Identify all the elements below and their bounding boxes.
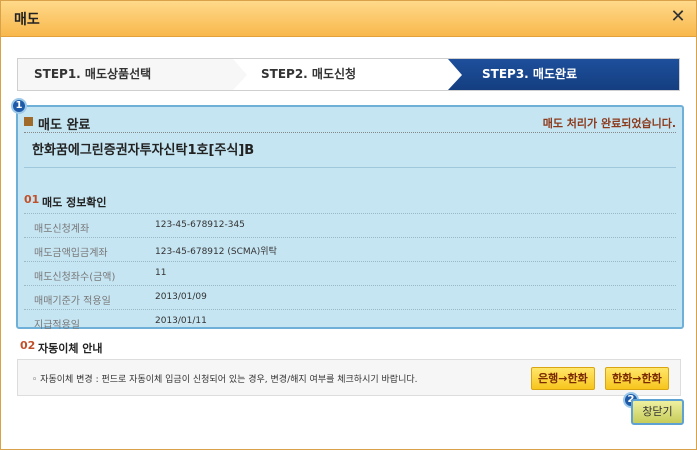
auto-transfer-box: ◦ 자동이체 변경 : 펀드로 자동이체 입금이 신청되어 있는 경우, 변경/… (17, 359, 681, 396)
fund-name: 한화꿈에그린증권자투자신탁1호[주식]B (32, 143, 255, 158)
completion-panel: 매도 완료 매도 처리가 완료되었습니다. 한화꿈에그린증권자투자신탁1호[주식… (16, 105, 684, 331)
completion-title: 매도 완료 (38, 118, 91, 133)
title-bar: 매도 ✕ (1, 1, 696, 37)
row-value: 123-45-678912-345 (155, 220, 245, 230)
section-number: 02 (20, 339, 36, 352)
divider (24, 167, 676, 168)
row-value: 11 (155, 268, 167, 278)
auto-transfer-text: ◦ 자동이체 변경 : 펀드로 자동이체 입금이 신청되어 있는 경우, 변경/… (32, 375, 418, 385)
table-row: 지급적용일 2013/01/11 (24, 309, 676, 333)
completion-message: 매도 처리가 완료되었습니다. (542, 117, 676, 130)
close-icon[interactable]: ✕ (668, 7, 688, 27)
bullet-square-icon (24, 117, 33, 126)
row-label: 매도신청계좌 (34, 224, 90, 235)
step-2: STEP2. 매도신청 (233, 59, 448, 90)
step-3-active: STEP3. 매도완료 (448, 59, 679, 90)
bank-to-hanwha-button[interactable]: 은행→한화 (531, 367, 595, 390)
section-title: 자동이체 안내 (38, 342, 103, 355)
row-value: 2013/01/11 (155, 316, 207, 326)
step-arrow (448, 59, 462, 90)
section-title: 매도 정보확인 (42, 196, 107, 209)
row-label: 지급적용일 (34, 320, 80, 331)
step-indicator: STEP1. 매도상품선택 STEP2. 매도신청 STEP3. 매도완료 (17, 58, 680, 91)
completion-header: 매도 완료 매도 처리가 완료되었습니다. (24, 113, 676, 133)
section-number: 01 (24, 193, 40, 206)
window-title: 매도 (14, 12, 40, 28)
close-window-button[interactable]: 창닫기 (631, 399, 684, 425)
table-row: 매매기준가 적용일 2013/01/09 (24, 285, 676, 309)
hanwha-to-hanwha-button[interactable]: 한화→한화 (605, 367, 669, 390)
row-label: 매도신청좌수(금액) (34, 272, 116, 283)
table-row: 매도금액입금계좌 123-45-678912 (SCMA)위탁 (24, 237, 676, 261)
step-arrow (233, 59, 247, 90)
row-value: 2013/01/09 (155, 292, 207, 302)
info-table: 매도신청계좌 123-45-678912-345 매도금액입금계좌 123-45… (24, 213, 676, 333)
row-label: 매매기준가 적용일 (34, 296, 111, 307)
callout-badge: 1 (11, 98, 27, 114)
table-row: 매도신청계좌 123-45-678912-345 (24, 213, 676, 237)
table-row: 매도신청좌수(금액) 11 (24, 261, 676, 285)
row-label: 매도금액입금계좌 (34, 248, 108, 259)
step-1: STEP1. 매도상품선택 (34, 67, 152, 81)
row-value: 123-45-678912 (SCMA)위탁 (155, 247, 277, 257)
dialog-window: 매도 ✕ STEP1. 매도상품선택 STEP2. 매도신청 STEP3. 매도… (0, 0, 697, 450)
